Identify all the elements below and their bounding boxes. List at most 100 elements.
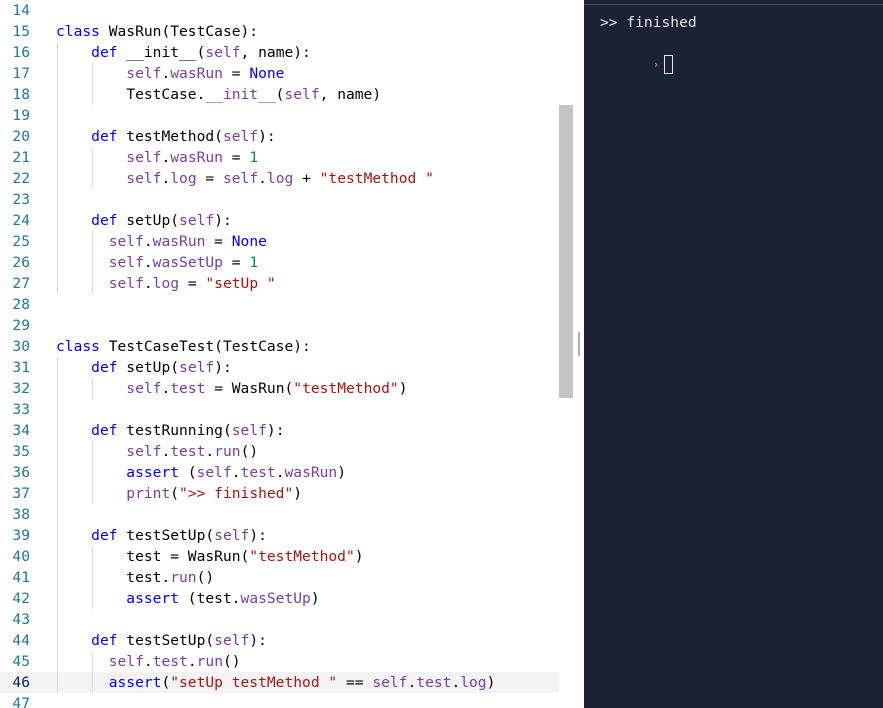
splitter-grip-icon[interactable]	[578, 332, 580, 356]
code-token: =	[179, 275, 206, 292]
code-line[interactable]: 32 self.test = WasRun("testMethod")	[0, 378, 573, 399]
code-token: self	[108, 653, 144, 670]
code-line[interactable]: 34 def testRunning(self):	[0, 420, 573, 441]
editor-scrollbar-thumb[interactable]	[559, 105, 573, 398]
code-editor[interactable]: 14 15 class WasRun(TestCase): 16 def __init…	[0, 0, 573, 708]
terminal-prompt-line[interactable]: ›	[600, 32, 674, 74]
code-token: ):	[214, 212, 232, 229]
terminal-cursor[interactable]	[664, 54, 674, 74]
terminal-panel[interactable]: >> finished ›	[584, 0, 883, 708]
code-line[interactable]: 24 def setUp(self):	[0, 210, 573, 231]
code-token: ==	[337, 674, 373, 691]
code-token: TestCase.	[56, 86, 206, 103]
code-token: .	[161, 65, 171, 82]
code-token: .	[231, 464, 241, 481]
terminal-top-border	[584, 4, 883, 5]
code-text: class WasRun(TestCase):	[56, 21, 258, 42]
code-line[interactable]: 37 print(">> finished")	[0, 483, 573, 504]
code-line[interactable]: 43	[0, 609, 573, 630]
code-line[interactable]: 26 self.wasSetUp = 1	[0, 252, 573, 273]
indent-guide	[92, 147, 93, 189]
code-token: setUp(	[117, 359, 180, 376]
code-token: .	[451, 674, 461, 691]
code-token: "testMethod"	[249, 548, 355, 565]
code-line[interactable]: 22 self.log = self.log + "testMethod "	[0, 168, 573, 189]
code-text: assert (self.test.wasRun)	[56, 462, 346, 483]
code-text: self.test.run()	[56, 651, 241, 672]
code-line[interactable]: 21 self.wasRun = 1	[0, 147, 573, 168]
code-line[interactable]: 36 assert (self.test.wasRun)	[0, 462, 573, 483]
code-token: wasRun	[284, 464, 338, 481]
code-token: self	[126, 443, 162, 460]
code-line[interactable]: 27 self.log = "setUp "	[0, 273, 573, 294]
terminal-output-line: >> finished	[600, 14, 697, 31]
indent-guide	[57, 42, 58, 294]
code-line[interactable]: 18 TestCase.__init__(self, name)	[0, 84, 573, 105]
code-line[interactable]: 28	[0, 294, 573, 315]
code-token: run	[170, 569, 197, 586]
code-text: self.log = "setUp "	[56, 273, 276, 294]
code-token: test	[170, 380, 206, 397]
code-line[interactable]: 14	[0, 0, 573, 21]
code-line[interactable]: 45 self.test.run()	[0, 651, 573, 672]
code-line[interactable]: 17 self.wasRun = None	[0, 63, 573, 84]
code-line[interactable]: 33	[0, 399, 573, 420]
code-token: (	[161, 674, 171, 691]
code-token: test	[416, 674, 452, 691]
code-token: ):	[249, 527, 267, 544]
code-text: self.log = self.log + "testMethod "	[56, 168, 434, 189]
code-line[interactable]: 46 assert("setUp testMethod " == self.te…	[0, 672, 573, 693]
code-token: +	[293, 170, 320, 187]
code-token: ):	[214, 359, 232, 376]
code-token: self	[108, 233, 144, 250]
code-token: class	[56, 338, 100, 355]
code-line[interactable]: 29	[0, 315, 573, 336]
code-line[interactable]: 39 def testSetUp(self):	[0, 525, 573, 546]
code-token: run	[196, 653, 223, 670]
code-line[interactable]: 41 test.run()	[0, 567, 573, 588]
code-text: def testSetUp(self):	[56, 630, 267, 651]
code-token: ):	[266, 422, 285, 439]
code-token: test = WasRun(	[56, 548, 250, 565]
code-line[interactable]: 19	[0, 105, 573, 126]
code-line[interactable]: 47	[0, 693, 573, 708]
code-token: ):	[249, 632, 267, 649]
code-token: .	[205, 443, 215, 460]
app-window: 14 15 class WasRun(TestCase): 16 def __init…	[0, 0, 883, 708]
code-token: "setUp "	[205, 275, 276, 292]
code-token: )	[293, 485, 303, 502]
code-token: self	[214, 527, 250, 544]
code-line[interactable]: 44 def testSetUp(self):	[0, 630, 573, 651]
code-token: .	[161, 149, 171, 166]
code-token: , name)	[319, 86, 382, 103]
line-number: 43	[12, 611, 30, 628]
code-line[interactable]: 38	[0, 504, 573, 525]
indent-guide	[92, 441, 93, 504]
code-token: (	[170, 485, 180, 502]
line-number: 42	[12, 590, 30, 607]
code-token: self	[214, 632, 250, 649]
code-line[interactable]: 25 self.wasRun = None	[0, 231, 573, 252]
code-token: test.	[56, 569, 171, 586]
code-line[interactable]: 35 self.test.run()	[0, 441, 573, 462]
code-token: =	[196, 170, 223, 187]
line-number: 20	[12, 128, 30, 145]
indent-guide	[92, 231, 93, 294]
line-number: 27	[12, 275, 30, 292]
code-token: .	[143, 653, 153, 670]
line-number: 40	[12, 548, 30, 565]
code-line[interactable]: 40 test = WasRun("testMethod")	[0, 546, 573, 567]
code-token: =	[222, 65, 250, 82]
code-line[interactable]: 42 assert (test.wasSetUp)	[0, 588, 573, 609]
code-line[interactable]: 30 class TestCaseTest(TestCase):	[0, 336, 573, 357]
code-line[interactable]: 16 def __init__(self, name):	[0, 42, 573, 63]
code-line[interactable]: 20 def testMethod(self):	[0, 126, 573, 147]
code-line[interactable]: 31 def setUp(self):	[0, 357, 573, 378]
code-line[interactable]: 23	[0, 189, 573, 210]
code-token: self	[179, 212, 215, 229]
line-number: 22	[12, 170, 30, 187]
code-token: .	[161, 380, 171, 397]
code-line[interactable]: 15 class WasRun(TestCase):	[0, 21, 573, 42]
